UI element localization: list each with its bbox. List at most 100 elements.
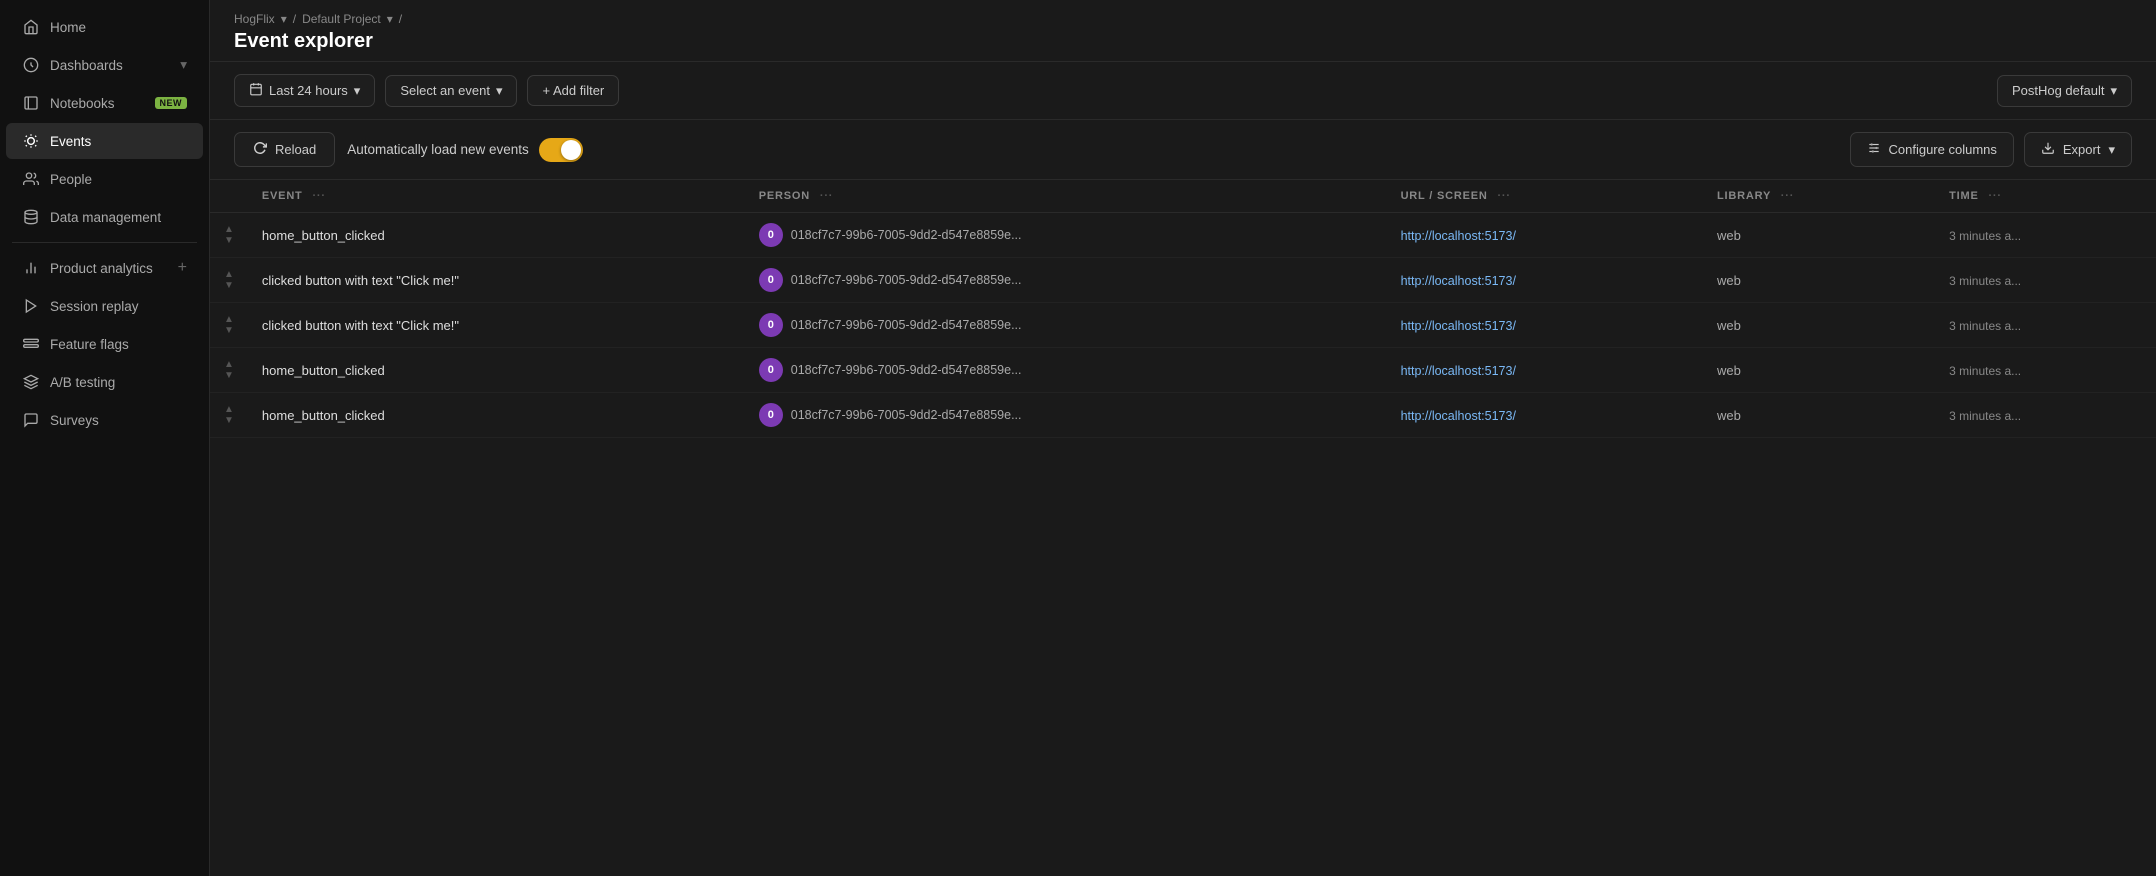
col-library-header: LIBRARY ··· bbox=[1703, 180, 1935, 213]
avatar: 0 bbox=[759, 313, 783, 337]
person-cell: 0 018cf7c7-99b6-7005-9dd2-d547e8859e... bbox=[745, 303, 1387, 348]
events-table: EVENT ··· PERSON ··· URL / SCREEN ··· LI… bbox=[210, 180, 2156, 438]
url-value[interactable]: http://localhost:5173/ bbox=[1401, 409, 1516, 423]
sidebar-item-events[interactable]: Events bbox=[6, 123, 203, 159]
avatar: 0 bbox=[759, 358, 783, 382]
col-time-header: TIME ··· bbox=[1935, 180, 2156, 213]
breadcrumb-default-project[interactable]: Default Project bbox=[302, 12, 381, 26]
configure-columns-button[interactable]: Configure columns bbox=[1850, 132, 2014, 167]
sidebar-item-product-analytics[interactable]: Product analytics + bbox=[6, 250, 203, 286]
breadcrumb: HogFlix ▾ / Default Project ▾ / bbox=[234, 12, 2132, 26]
url-value[interactable]: http://localhost:5173/ bbox=[1401, 364, 1516, 378]
table-row[interactable]: ▲ ▼ home_button_clicked 0 018cf7c7-99b6-… bbox=[210, 393, 2156, 438]
person-cell: 0 018cf7c7-99b6-7005-9dd2-d547e8859e... bbox=[745, 348, 1387, 393]
date-filter-label: Last 24 hours bbox=[269, 83, 348, 98]
configure-icon bbox=[1867, 141, 1881, 158]
col-menu-icon[interactable]: ··· bbox=[820, 190, 833, 202]
row-expander-cell: ▲ ▼ bbox=[210, 303, 248, 348]
sidebar-item-data-management[interactable]: Data management bbox=[6, 199, 203, 235]
row-expander[interactable]: ▲ ▼ bbox=[224, 225, 234, 246]
sidebar-item-people[interactable]: People bbox=[6, 161, 203, 197]
person-id[interactable]: 018cf7c7-99b6-7005-9dd2-d547e8859e... bbox=[791, 318, 1022, 332]
time-cell: 3 minutes a... bbox=[1935, 258, 2156, 303]
flags-icon bbox=[22, 335, 40, 353]
row-expander-cell: ▲ ▼ bbox=[210, 348, 248, 393]
library-value: web bbox=[1717, 318, 1741, 333]
breadcrumb-project[interactable]: HogFlix bbox=[234, 12, 275, 26]
sidebar-item-home[interactable]: Home bbox=[6, 9, 203, 45]
auto-load-toggle[interactable] bbox=[539, 138, 583, 162]
sidebar-item-label: Notebooks bbox=[50, 96, 145, 111]
url-value[interactable]: http://localhost:5173/ bbox=[1401, 274, 1516, 288]
plus-icon[interactable]: + bbox=[178, 259, 187, 277]
breadcrumb-project-chevron[interactable]: ▾ bbox=[281, 12, 287, 26]
dashboard-icon bbox=[22, 56, 40, 74]
col-menu-icon[interactable]: ··· bbox=[1988, 190, 2001, 202]
url-value[interactable]: http://localhost:5173/ bbox=[1401, 319, 1516, 333]
time-value: 3 minutes a... bbox=[1949, 364, 2021, 378]
reload-button[interactable]: Reload bbox=[234, 132, 335, 167]
page-header: HogFlix ▾ / Default Project ▾ / Event ex… bbox=[210, 0, 2156, 62]
person-cell: 0 018cf7c7-99b6-7005-9dd2-d547e8859e... bbox=[745, 213, 1387, 258]
sidebar-item-ab-testing[interactable]: A/B testing bbox=[6, 364, 203, 400]
event-name: clicked button with text "Click me!" bbox=[262, 318, 459, 333]
row-expander-cell: ▲ ▼ bbox=[210, 213, 248, 258]
url-cell: http://localhost:5173/ bbox=[1387, 393, 1703, 438]
row-expander[interactable]: ▲ ▼ bbox=[224, 360, 234, 381]
sidebar-item-label: Session replay bbox=[50, 299, 187, 314]
row-expander[interactable]: ▲ ▼ bbox=[224, 270, 234, 291]
surveys-icon bbox=[22, 411, 40, 429]
table-row[interactable]: ▲ ▼ home_button_clicked 0 018cf7c7-99b6-… bbox=[210, 213, 2156, 258]
person-id[interactable]: 018cf7c7-99b6-7005-9dd2-d547e8859e... bbox=[791, 363, 1022, 377]
time-value: 3 minutes a... bbox=[1949, 409, 2021, 423]
row-expander-cell: ▲ ▼ bbox=[210, 393, 248, 438]
table-row[interactable]: ▲ ▼ home_button_clicked 0 018cf7c7-99b6-… bbox=[210, 348, 2156, 393]
row-expander[interactable]: ▲ ▼ bbox=[224, 405, 234, 426]
col-menu-icon[interactable]: ··· bbox=[312, 190, 325, 202]
time-value: 3 minutes a... bbox=[1949, 274, 2021, 288]
person-id[interactable]: 018cf7c7-99b6-7005-9dd2-d547e8859e... bbox=[791, 408, 1022, 422]
destination-button[interactable]: PostHog default ▾ bbox=[1997, 75, 2132, 107]
time-value: 3 minutes a... bbox=[1949, 229, 2021, 243]
breadcrumb-sep2: / bbox=[399, 12, 402, 26]
event-filter-button[interactable]: Select an event ▾ bbox=[385, 75, 517, 107]
url-cell: http://localhost:5173/ bbox=[1387, 303, 1703, 348]
person-id[interactable]: 018cf7c7-99b6-7005-9dd2-d547e8859e... bbox=[791, 228, 1022, 242]
calendar-icon bbox=[249, 82, 263, 99]
reload-label: Reload bbox=[275, 142, 316, 157]
url-value[interactable]: http://localhost:5173/ bbox=[1401, 229, 1516, 243]
sidebar-item-notebooks[interactable]: Notebooks NEW bbox=[6, 85, 203, 121]
sidebar-item-session-replay[interactable]: Session replay bbox=[6, 288, 203, 324]
table-row[interactable]: ▲ ▼ clicked button with text "Click me!"… bbox=[210, 258, 2156, 303]
col-menu-icon[interactable]: ··· bbox=[1497, 190, 1510, 202]
action-bar: Reload Automatically load new events Con… bbox=[210, 120, 2156, 180]
destination-selector: PostHog default ▾ bbox=[1997, 75, 2132, 107]
library-cell: web bbox=[1703, 393, 1935, 438]
add-filter-button[interactable]: + Add filter bbox=[527, 75, 619, 106]
person-cell: 0 018cf7c7-99b6-7005-9dd2-d547e8859e... bbox=[745, 393, 1387, 438]
home-icon bbox=[22, 18, 40, 36]
col-person-header: PERSON ··· bbox=[745, 180, 1387, 213]
event-filter-label: Select an event bbox=[400, 83, 490, 98]
export-button[interactable]: Export ▾ bbox=[2024, 132, 2132, 167]
sidebar-item-dashboards[interactable]: Dashboards ▾ bbox=[6, 47, 203, 83]
date-filter-button[interactable]: Last 24 hours ▾ bbox=[234, 74, 375, 107]
sidebar-item-label: A/B testing bbox=[50, 375, 187, 390]
sidebar-item-feature-flags[interactable]: Feature flags bbox=[6, 326, 203, 362]
sidebar-item-surveys[interactable]: Surveys bbox=[6, 402, 203, 438]
sidebar-item-label: Events bbox=[50, 134, 187, 149]
library-value: web bbox=[1717, 273, 1741, 288]
person-id[interactable]: 018cf7c7-99b6-7005-9dd2-d547e8859e... bbox=[791, 273, 1022, 287]
table-row[interactable]: ▲ ▼ clicked button with text "Click me!"… bbox=[210, 303, 2156, 348]
event-name-cell: home_button_clicked bbox=[248, 393, 745, 438]
breadcrumb-dp-chevron[interactable]: ▾ bbox=[387, 12, 393, 26]
col-event-header: EVENT ··· bbox=[248, 180, 745, 213]
col-expander bbox=[210, 180, 248, 213]
avatar: 0 bbox=[759, 403, 783, 427]
export-label: Export bbox=[2063, 142, 2101, 157]
col-menu-icon[interactable]: ··· bbox=[1781, 190, 1794, 202]
row-expander[interactable]: ▲ ▼ bbox=[224, 315, 234, 336]
chevron-down-icon: ▾ bbox=[180, 57, 187, 73]
export-icon bbox=[2041, 141, 2055, 158]
toolbar: Last 24 hours ▾ Select an event ▾ + Add … bbox=[210, 62, 2156, 120]
